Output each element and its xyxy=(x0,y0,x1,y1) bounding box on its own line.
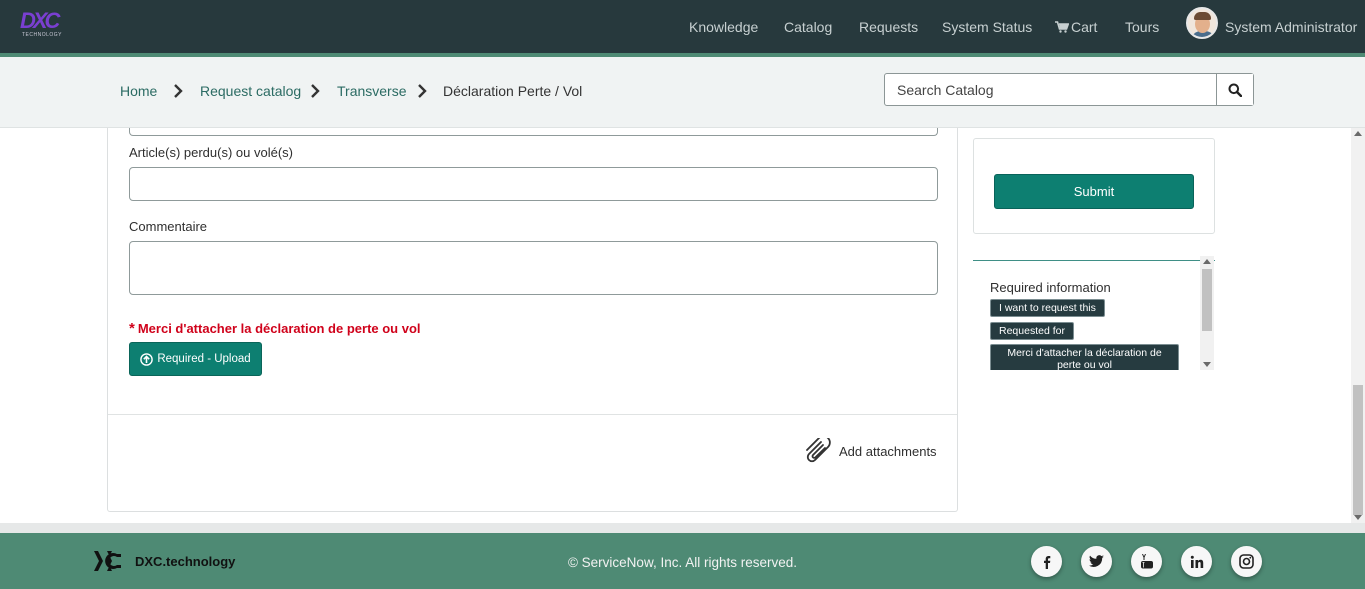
nav-system-status[interactable]: System Status xyxy=(942,0,1032,53)
required-attachment-message: * Merci d'attacher la déclaration de pert… xyxy=(129,320,421,337)
submit-button[interactable]: Submit xyxy=(994,174,1194,209)
nav-label: Requests xyxy=(859,18,919,35)
breadcrumb-request-catalog[interactable]: Request catalog xyxy=(200,83,301,99)
scroll-thumb[interactable] xyxy=(1353,385,1363,515)
youtube-icon xyxy=(1140,554,1153,569)
required-tag-attachment[interactable]: Merci d'attacher la déclaration de perte… xyxy=(990,344,1179,370)
page-scrollbar[interactable] xyxy=(1351,128,1365,523)
chevron-right-icon xyxy=(311,84,320,98)
required-information-panel: Required information I want to request t… xyxy=(973,260,1215,370)
required-message-text: Merci d'attacher la déclaration de perte… xyxy=(137,321,421,336)
scroll-down-arrow-icon[interactable] xyxy=(1354,515,1362,520)
instagram-icon xyxy=(1239,554,1254,569)
add-attachments-link[interactable]: Add attachments xyxy=(803,438,937,464)
nav-knowledge[interactable]: Knowledge xyxy=(689,0,758,53)
nav-label: Knowledge xyxy=(689,18,759,35)
search-input[interactable] xyxy=(885,74,1217,105)
upload-label: Required - Upload xyxy=(157,353,251,365)
twitter-link[interactable] xyxy=(1081,546,1112,577)
instagram-link[interactable] xyxy=(1231,546,1262,577)
user-avatar[interactable] xyxy=(1186,7,1218,39)
search-icon xyxy=(1228,83,1242,97)
dxc-logo[interactable]: DXC TECHNOLOGY xyxy=(20,10,72,40)
breadcrumb-transverse[interactable]: Transverse xyxy=(337,83,407,99)
required-upload-button[interactable]: Required - Upload xyxy=(129,342,262,376)
nav-cart[interactable]: Cart xyxy=(1055,0,1097,53)
twitter-icon xyxy=(1089,555,1104,567)
scroll-thumb[interactable] xyxy=(1202,269,1212,331)
user-menu[interactable]: System Administrator xyxy=(1225,0,1357,53)
chevron-right-icon xyxy=(174,84,183,98)
scroll-up-arrow-icon[interactable] xyxy=(1203,259,1211,264)
nav-requests[interactable]: Requests xyxy=(859,0,918,53)
logo-subtext: TECHNOLOGY xyxy=(22,32,63,38)
required-star: * xyxy=(129,320,135,337)
breadcrumb-home[interactable]: Home xyxy=(120,83,157,99)
scroll-up-arrow-icon[interactable] xyxy=(1354,131,1362,136)
nav-label: Catalog xyxy=(784,18,833,35)
main-content: Article(s) perdu(s) ou volé(s) Commentai… xyxy=(0,128,1351,523)
upload-circle-icon xyxy=(140,352,154,366)
scroll-down-arrow-icon[interactable] xyxy=(1203,362,1211,367)
search-button[interactable] xyxy=(1216,74,1253,105)
divider xyxy=(108,414,957,415)
article-label: Article(s) perdu(s) ou volé(s) xyxy=(129,145,293,160)
nav-label: System Status xyxy=(942,18,1033,35)
paperclip-icon xyxy=(806,438,831,463)
linkedin-icon xyxy=(1190,555,1203,568)
breadcrumb-current: Déclaration Perte / Vol xyxy=(443,83,583,99)
catalog-form: Article(s) perdu(s) ou volé(s) Commentai… xyxy=(107,128,958,512)
required-info-title: Required information xyxy=(990,280,1111,295)
facebook-link[interactable] xyxy=(1031,546,1062,577)
user-name: System Administrator xyxy=(1225,18,1358,35)
footer: DXC.technology © ServiceNow, Inc. All ri… xyxy=(0,533,1365,589)
facebook-icon xyxy=(1043,555,1050,569)
required-tag-requested-for[interactable]: Requested for xyxy=(990,322,1074,340)
nav-label: Tours xyxy=(1125,18,1160,35)
top-navbar: DXC TECHNOLOGY Knowledge Catalog Request… xyxy=(0,0,1365,53)
comment-textarea[interactable] xyxy=(129,241,938,295)
cart-icon xyxy=(1055,20,1069,33)
comment-label: Commentaire xyxy=(129,219,208,234)
required-info-scrollbar[interactable] xyxy=(1200,256,1214,370)
article-input[interactable] xyxy=(129,167,938,201)
nav-catalog[interactable]: Catalog xyxy=(784,0,832,53)
chevron-right-icon xyxy=(418,84,427,98)
attachments-label: Add attachments xyxy=(839,443,937,459)
required-tag-request[interactable]: I want to request this xyxy=(990,299,1105,317)
youtube-link[interactable] xyxy=(1131,546,1162,577)
linkedin-link[interactable] xyxy=(1181,546,1212,577)
breadcrumb: Home Request catalog Transverse Déclarat… xyxy=(0,57,1365,128)
logo-mark: DXC xyxy=(20,8,60,33)
submit-card: Submit xyxy=(973,138,1215,234)
search-catalog xyxy=(884,73,1254,106)
nav-label: Cart xyxy=(1071,18,1098,35)
previous-field-input[interactable] xyxy=(129,128,938,136)
nav-tours[interactable]: Tours xyxy=(1125,0,1159,53)
